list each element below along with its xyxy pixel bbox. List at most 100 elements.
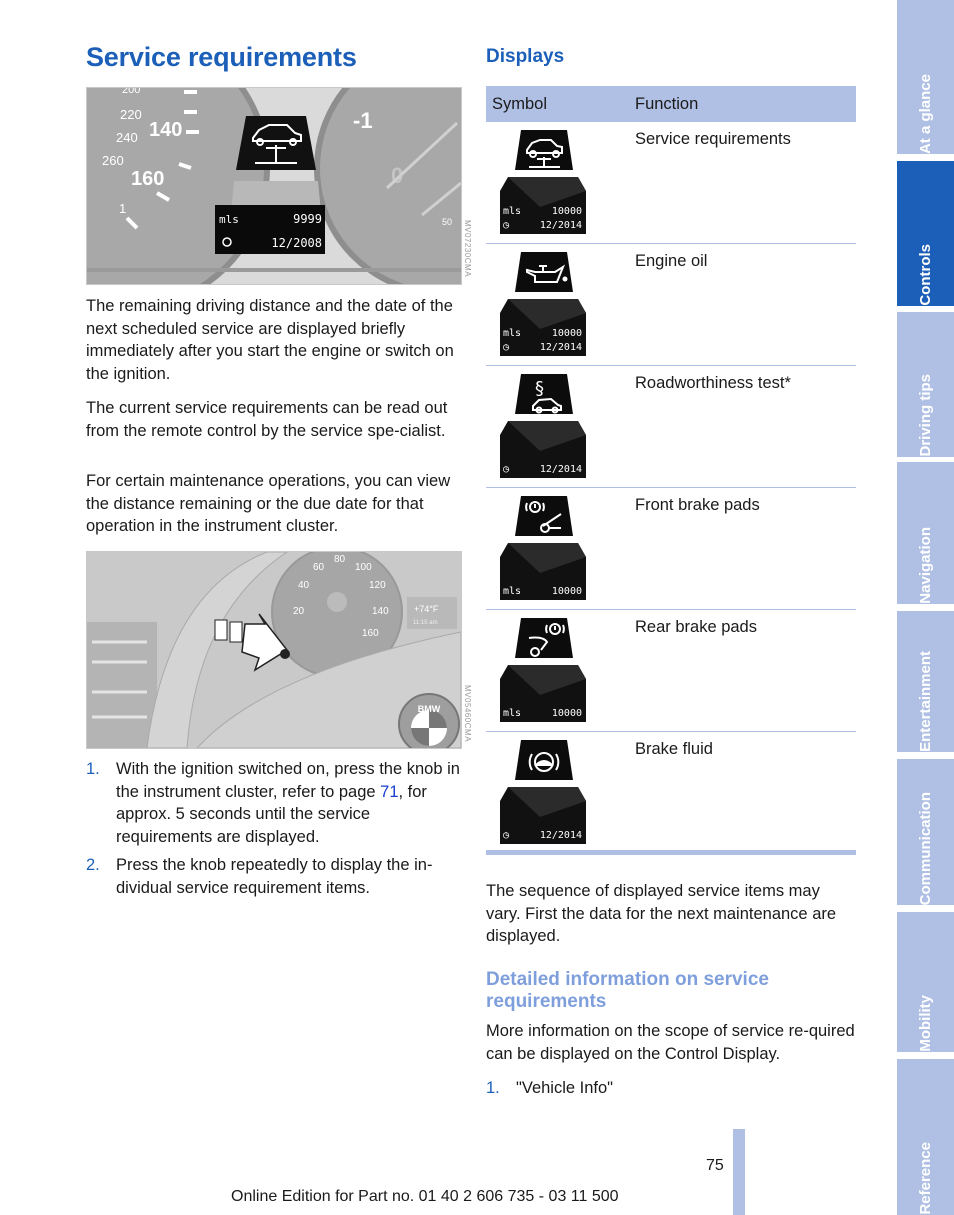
svg-text:§: § bbox=[535, 378, 544, 399]
page-link[interactable]: 71 bbox=[380, 783, 398, 801]
steering-wheel-illustration: 20 40 60 80 100 120 140 160 +74°F 11:15 … bbox=[87, 552, 461, 748]
table-row: § ◷ 12/2014 Roadworthiness test* bbox=[486, 366, 856, 488]
tab-controls[interactable]: Controls bbox=[897, 161, 954, 306]
gauge-label: 20 bbox=[293, 606, 305, 617]
gauge-label: 140 bbox=[372, 606, 389, 617]
display-distance: 9999 bbox=[293, 212, 322, 226]
gauge-label: -1 bbox=[353, 108, 373, 133]
gauge-label: 120 bbox=[369, 580, 386, 591]
tab-navigation[interactable]: Navigation bbox=[897, 462, 954, 604]
list-item: 1. "Vehicle Info" bbox=[486, 1077, 613, 1100]
tab-label: At a glance bbox=[917, 73, 934, 154]
display-unit: mls bbox=[503, 586, 522, 597]
section-heading: Displays bbox=[486, 46, 565, 67]
symbol-cell: mls 10000 ◷ 12/2014 bbox=[486, 122, 635, 243]
logo-letters: BMW bbox=[418, 704, 441, 714]
gauge-label: 140 bbox=[149, 119, 182, 141]
displays-table: Symbol Function mls 10000 ◷ 12/2014 Service… bbox=[486, 86, 856, 855]
clock-readout: 11:15 am bbox=[413, 620, 438, 626]
function-label: Roadworthiness test* bbox=[635, 374, 791, 392]
display-distance: 10000 bbox=[551, 708, 582, 719]
step-number: 1. bbox=[486, 1079, 500, 1097]
steering-wheel-figure: 20 40 60 80 100 120 140 160 +74°F 11:15 … bbox=[86, 551, 462, 749]
info-display: ◷ 12/2014 bbox=[500, 787, 586, 844]
instrument-cluster-figure: 200 220 240 260 140 160 1 -1 0 50 mls 99… bbox=[86, 87, 462, 285]
paragraph: More information on the scope of service… bbox=[486, 1022, 855, 1063]
figure-code: MV07230CMA bbox=[463, 220, 472, 278]
gauge-label: 160 bbox=[131, 168, 164, 190]
list-item: 2. Press the knob repeatedly to display … bbox=[86, 854, 461, 899]
display-unit: mls bbox=[503, 708, 522, 719]
function-label: Engine oil bbox=[635, 252, 708, 270]
table-header: Symbol Function bbox=[486, 86, 856, 122]
symbol-cell: ◷ 12/2014 bbox=[486, 732, 635, 850]
info-display: mls 10000 bbox=[500, 665, 586, 722]
tab-communication[interactable]: Communication bbox=[897, 759, 954, 905]
info-display: mls 10000 bbox=[500, 543, 586, 600]
gauge-label: 220 bbox=[120, 107, 142, 122]
symbol-cell: mls 10000 bbox=[486, 610, 635, 731]
step-text: With the ignition switched on, press the… bbox=[116, 758, 461, 848]
tab-reference[interactable]: Reference bbox=[897, 1059, 954, 1215]
function-label: Service requirements bbox=[635, 130, 791, 148]
gauge-label: 100 bbox=[355, 562, 372, 573]
gauge-label: 50 bbox=[442, 217, 452, 227]
display-date: 12/2014 bbox=[539, 342, 582, 353]
tab-entertainment[interactable]: Entertainment bbox=[897, 611, 954, 752]
info-display: mls 10000 ◷ 12/2014 bbox=[500, 299, 586, 356]
clock-icon: ◷ bbox=[503, 220, 510, 231]
paragraph: The sequence of displayed service items … bbox=[486, 882, 837, 945]
front-brake-pads-icon bbox=[515, 496, 573, 536]
gauge-label: 240 bbox=[116, 130, 138, 145]
tab-label: Navigation bbox=[917, 527, 934, 604]
table-row: mls 10000 ◷ 12/2014 Service requirements bbox=[486, 122, 856, 244]
tab-label: Controls bbox=[917, 244, 934, 306]
list-item: 1. With the ignition switched on, press … bbox=[86, 758, 461, 848]
tab-label: Reference bbox=[917, 1142, 934, 1215]
tab-driving-tips[interactable]: Driving tips bbox=[897, 312, 954, 457]
gauge-label: 260 bbox=[102, 153, 124, 168]
edition-footer: Online Edition for Part no. 01 40 2 606 … bbox=[231, 1188, 619, 1205]
car-on-lift-icon bbox=[515, 130, 573, 170]
tab-at-a-glance[interactable]: At a glance bbox=[897, 0, 954, 154]
gauge-label: 1 bbox=[119, 201, 126, 216]
tab-label: Entertainment bbox=[917, 651, 934, 752]
page-title: Service requirements bbox=[86, 42, 357, 72]
step-text: "Vehicle Info" bbox=[516, 1079, 614, 1097]
tab-label: Communication bbox=[917, 791, 934, 905]
instruction-list: 1. With the ignition switched on, press … bbox=[86, 758, 461, 899]
display-unit: mls bbox=[503, 206, 522, 217]
display-date: 12/2014 bbox=[539, 830, 582, 841]
step-number: 2. bbox=[86, 856, 100, 874]
function-label: Front brake pads bbox=[635, 496, 760, 514]
paragraph: The current service requirements can be … bbox=[86, 399, 448, 440]
display-distance: 10000 bbox=[551, 206, 582, 217]
step-text: Press the knob repeatedly to display the… bbox=[116, 856, 433, 897]
symbol-cell: mls 10000 ◷ 12/2014 bbox=[486, 244, 635, 365]
tab-label: Mobility bbox=[917, 995, 934, 1052]
tab-mobility[interactable]: Mobility bbox=[897, 912, 954, 1052]
column-header: Symbol bbox=[492, 94, 548, 113]
gauge-label: 80 bbox=[334, 554, 346, 565]
function-label: Brake fluid bbox=[635, 740, 713, 758]
oil-can-icon bbox=[515, 252, 573, 292]
paragraph-car-icon: § bbox=[515, 374, 573, 414]
instrument-cluster-illustration: 200 220 240 260 140 160 1 -1 0 50 mls 99… bbox=[87, 88, 461, 284]
display-date: 12/2014 bbox=[539, 464, 582, 475]
info-display: ◷ 12/2014 bbox=[500, 421, 586, 478]
symbol-cell: § ◷ 12/2014 bbox=[486, 366, 635, 487]
display-distance: 10000 bbox=[551, 586, 582, 597]
page-marker-bar bbox=[733, 1129, 745, 1215]
table-row: mls 10000 Rear brake pads bbox=[486, 610, 856, 732]
info-display: mls 10000 ◷ 12/2014 bbox=[500, 177, 586, 234]
gauge-label: 200 bbox=[122, 88, 140, 96]
tab-label: Driving tips bbox=[917, 374, 934, 457]
table-row: ◷ 12/2014 Brake fluid bbox=[486, 732, 856, 855]
clock-icon: ◷ bbox=[503, 342, 510, 353]
subsection-heading: Detailed information on service requirem… bbox=[486, 969, 769, 1012]
table-row: mls 10000 Front brake pads bbox=[486, 488, 856, 610]
display-date: 12/2008 bbox=[271, 236, 322, 250]
clock-icon: ◷ bbox=[503, 464, 510, 475]
column-header: Function bbox=[635, 94, 699, 113]
gauge-label: 60 bbox=[313, 562, 325, 573]
